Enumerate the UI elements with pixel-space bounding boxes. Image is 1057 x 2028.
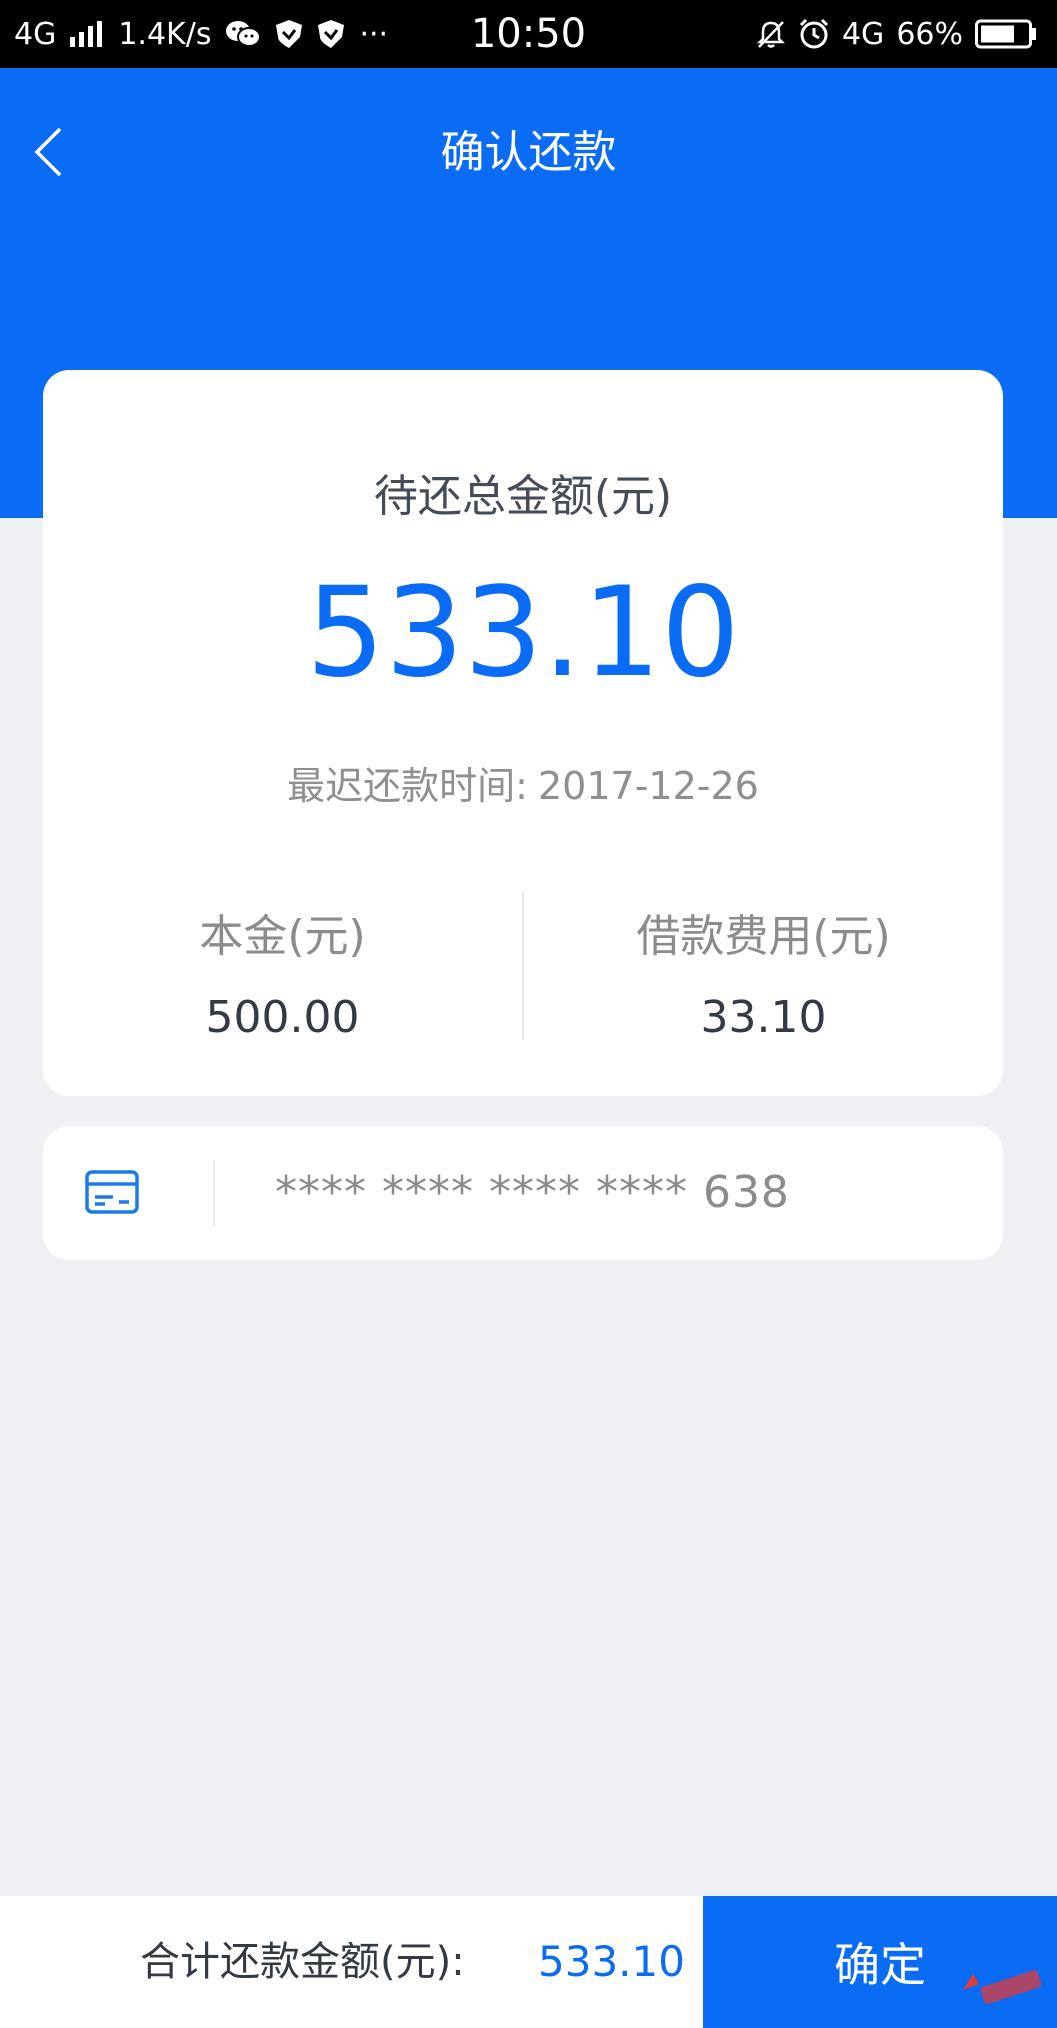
signal-icon <box>70 21 104 47</box>
network-label-right: 4G <box>841 16 885 52</box>
network-label: 4G <box>14 16 57 52</box>
page-title: 确认还款 <box>440 127 617 178</box>
credit-card-icon <box>85 1168 139 1216</box>
alarm-icon <box>798 18 830 50</box>
status-left: 4G 1.4K/s ··· <box>14 0 388 68</box>
bank-card-divider <box>213 1160 215 1226</box>
mute-bell-icon <box>756 19 786 49</box>
status-right: 4G 66% <box>756 0 1037 68</box>
battery-percent: 66% <box>896 16 963 52</box>
deadline-date: 2017-12-26 <box>537 764 759 808</box>
total-repayment-value: 533.10 <box>538 1937 685 1986</box>
total-repayment-label: 合计还款金额(元): <box>140 1939 465 1985</box>
shield-icon-2 <box>317 19 345 49</box>
principal-label: 本金(元) <box>199 911 366 962</box>
network-speed: 1.4K/s <box>118 16 212 52</box>
status-bar: 4G 1.4K/s ··· 10:50 4G 66% <box>0 0 1057 68</box>
more-dots: ··· <box>359 16 389 52</box>
footer-bar: 合计还款金额(元): 533.10 确定 <box>0 1896 1057 2028</box>
total-due-amount: 533.10 <box>306 561 740 705</box>
masked-card-number: **** **** **** **** 638 <box>275 1167 790 1218</box>
total-due-label: 待还总金额(元) <box>373 471 673 522</box>
fee-label: 借款费用(元) <box>636 911 891 962</box>
repayment-summary-card: 待还总金额(元) 533.10 最迟还款时间: 2017-12-26 本金(元) … <box>43 370 1003 1096</box>
principal-value: 500.00 <box>205 992 360 1043</box>
fee-value: 33.10 <box>700 992 827 1043</box>
wechat-icon <box>225 19 262 49</box>
battery-icon <box>975 19 1037 49</box>
bank-card-selector[interactable]: **** **** **** **** 638 <box>43 1126 1003 1260</box>
shield-icon <box>275 19 303 49</box>
principal-column: 本金(元) 500.00 <box>43 900 522 1043</box>
fee-column: 借款费用(元) 33.10 <box>524 900 1003 1043</box>
deadline-label: 最迟还款时间: <box>287 764 528 808</box>
deadline-row: 最迟还款时间: 2017-12-26 <box>43 755 1003 810</box>
watermark-logo <box>949 1950 1049 2010</box>
